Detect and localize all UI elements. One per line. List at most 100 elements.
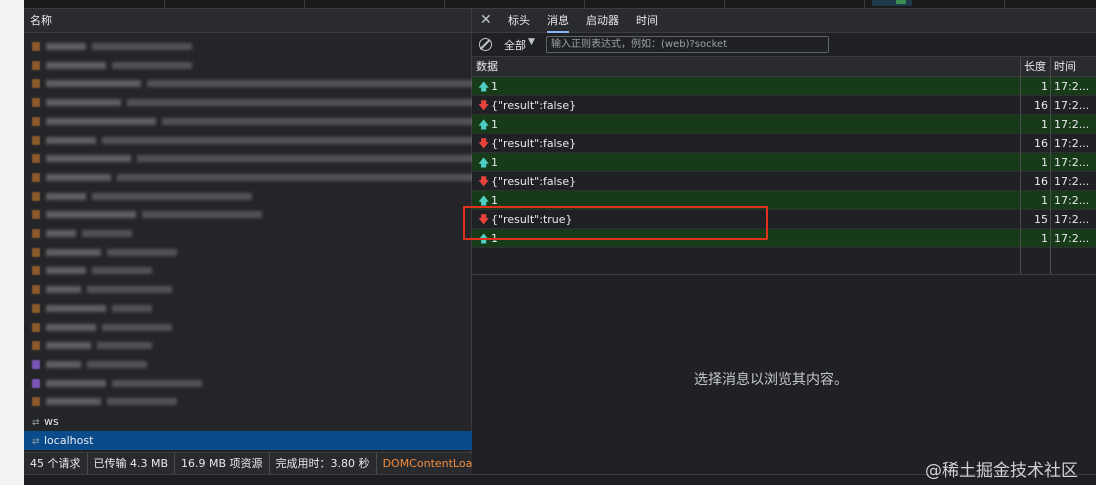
file-icon xyxy=(32,79,40,89)
file-icon xyxy=(32,397,40,407)
message-time: 17:2... xyxy=(1054,194,1090,207)
file-icon xyxy=(32,341,40,351)
message-length: 16 xyxy=(1034,175,1048,188)
file-icon xyxy=(32,266,40,276)
column-data[interactable]: 数据 xyxy=(472,57,498,77)
message-time: 17:2... xyxy=(1054,175,1090,188)
message-data: 1 xyxy=(491,232,498,245)
arrow-down-icon: 🡇 xyxy=(478,99,490,112)
file-icon xyxy=(32,154,40,164)
redacted-request-row[interactable] xyxy=(24,392,472,410)
tab-headers[interactable]: 标头 xyxy=(508,9,530,33)
message-data: 1 xyxy=(491,194,498,207)
file-icon xyxy=(32,191,40,201)
redacted-request-row[interactable] xyxy=(24,299,472,317)
empty-preview-text: 选择消息以浏览其内容。 xyxy=(694,372,848,388)
message-row[interactable]: 🡇 {"result":true} 15 17:2... xyxy=(472,210,1096,229)
name-column-header[interactable]: 名称 xyxy=(24,9,471,33)
message-length: 1 xyxy=(1041,80,1048,93)
file-icon xyxy=(32,359,40,369)
message-row[interactable]: 🡇 {"result":false} 16 17:2... xyxy=(472,134,1096,153)
message-row[interactable]: 🡅 1 1 17:2... xyxy=(472,115,1096,134)
message-row[interactable]: 🡅 1 1 17:2... xyxy=(472,191,1096,210)
resource-size: 16.9 MB 项资源 xyxy=(175,453,270,474)
redacted-request-row[interactable] xyxy=(24,74,527,92)
request-item-localhost[interactable]: ⇄ localhost xyxy=(24,431,472,450)
arrow-up-icon: 🡅 xyxy=(478,194,490,207)
file-icon xyxy=(32,60,40,70)
redacted-request-row[interactable] xyxy=(24,187,472,205)
message-data: {"result":true} xyxy=(491,213,573,226)
request-name: localhost xyxy=(44,434,94,447)
redacted-request-row[interactable] xyxy=(24,355,472,373)
finish-time: 完成用时：3.80 秒 xyxy=(270,453,377,474)
column-time[interactable]: 时间 xyxy=(1050,57,1076,77)
detail-tabbar: ✕ 标头 消息 启动器 时间 xyxy=(472,9,1096,33)
message-row[interactable]: 🡅 1 1 17:2... xyxy=(472,77,1096,96)
arrow-down-icon: 🡇 xyxy=(478,175,490,188)
file-icon xyxy=(32,98,40,108)
timeline-overview xyxy=(24,0,1096,9)
file-icon xyxy=(32,172,40,182)
file-icon xyxy=(32,322,40,332)
message-time: 17:2... xyxy=(1054,80,1090,93)
message-length: 1 xyxy=(1041,118,1048,131)
redacted-request-row[interactable] xyxy=(24,261,472,279)
redacted-request-row[interactable] xyxy=(24,168,517,186)
message-data: 1 xyxy=(491,156,498,169)
file-icon xyxy=(32,135,40,145)
messages-table-header: 数据 长度 时间 xyxy=(472,57,1096,77)
message-preview-pane: 选择消息以浏览其内容。 xyxy=(472,274,1096,474)
message-row[interactable]: 🡅 1 1 17:2... xyxy=(472,229,1096,248)
message-time: 17:2... xyxy=(1054,118,1090,131)
left-gutter xyxy=(0,0,24,485)
arrow-down-icon: 🡇 xyxy=(478,213,490,226)
redacted-request-row[interactable] xyxy=(24,93,487,111)
redacted-request-row[interactable] xyxy=(24,56,472,74)
redacted-request-row[interactable] xyxy=(24,374,472,392)
tab-initiator[interactable]: 启动器 xyxy=(586,9,619,33)
redacted-request-row[interactable] xyxy=(24,318,472,336)
file-icon xyxy=(32,42,40,51)
message-data: {"result":false} xyxy=(491,137,577,150)
request-name: ws xyxy=(44,415,59,428)
column-divider[interactable] xyxy=(1050,57,1051,274)
file-icon xyxy=(32,116,40,126)
column-divider[interactable] xyxy=(1020,57,1021,274)
message-type-select[interactable]: 全部 xyxy=(504,37,526,53)
file-icon xyxy=(32,285,40,295)
message-length: 1 xyxy=(1041,194,1048,207)
message-length: 1 xyxy=(1041,156,1048,169)
redacted-request-row[interactable] xyxy=(24,336,472,354)
chevron-down-icon[interactable]: ▼ xyxy=(528,37,535,47)
close-icon[interactable]: ✕ xyxy=(480,12,492,28)
arrow-up-icon: 🡅 xyxy=(478,80,490,93)
redacted-request-row[interactable] xyxy=(24,205,472,223)
message-row[interactable]: 🡇 {"result":false} 16 17:2... xyxy=(472,96,1096,115)
redacted-request-row[interactable] xyxy=(24,280,472,298)
column-length[interactable]: 长度 xyxy=(1020,57,1046,77)
message-time: 17:2... xyxy=(1054,156,1090,169)
arrow-up-icon: 🡅 xyxy=(478,156,490,169)
tab-messages[interactable]: 消息 xyxy=(547,9,569,33)
message-time: 17:2... xyxy=(1054,137,1090,150)
message-row[interactable]: 🡅 1 1 17:2... xyxy=(472,153,1096,172)
redacted-request-row[interactable] xyxy=(24,112,492,130)
message-length: 1 xyxy=(1041,232,1048,245)
request-detail-panel: ✕ 标头 消息 启动器 时间 全部 ▼ 输入正则表达式，例如：(web)?soc… xyxy=(472,9,1096,474)
clear-messages-icon[interactable] xyxy=(479,38,492,51)
message-filter-bar: 全部 ▼ 输入正则表达式，例如：(web)?socket xyxy=(472,33,1096,57)
redacted-request-row[interactable] xyxy=(24,224,472,242)
transferred-size: 已传输 4.3 MB xyxy=(88,453,176,474)
tab-timing[interactable]: 时间 xyxy=(636,9,658,33)
arrow-down-icon: 🡇 xyxy=(478,137,490,150)
message-data: {"result":false} xyxy=(491,175,577,188)
redacted-request-row[interactable] xyxy=(24,243,472,261)
request-item-ws[interactable]: ⇄ ws xyxy=(24,412,472,431)
message-length: 16 xyxy=(1034,137,1048,150)
filter-input[interactable]: 输入正则表达式，例如：(web)?socket xyxy=(546,36,829,53)
redacted-request-row[interactable] xyxy=(24,149,507,167)
redacted-request-row[interactable] xyxy=(24,37,472,55)
redacted-request-row[interactable] xyxy=(24,131,522,149)
message-row[interactable]: 🡇 {"result":false} 16 17:2... xyxy=(472,172,1096,191)
